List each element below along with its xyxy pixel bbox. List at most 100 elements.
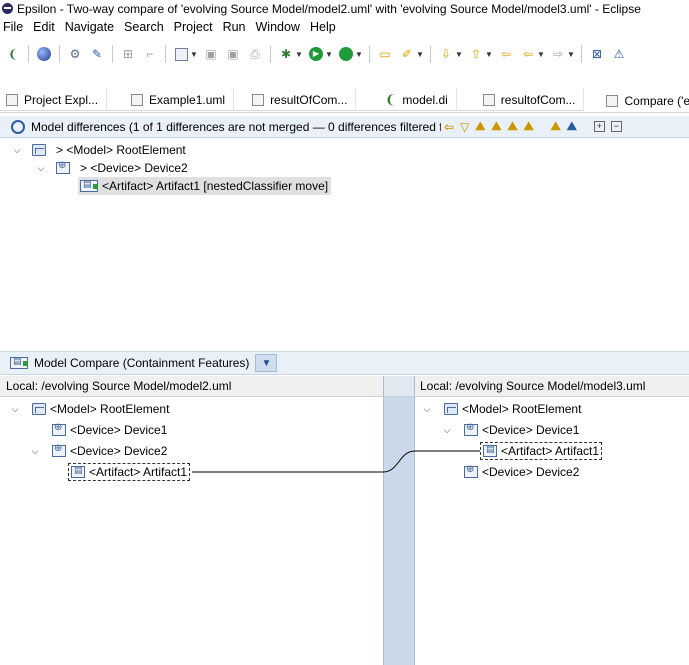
- external-tools-icon[interactable]: [338, 46, 354, 62]
- chevron-down-icon[interactable]: ⌵: [422, 404, 432, 415]
- chevron-down-icon[interactable]: ⌵: [30, 446, 40, 457]
- tree-node-root[interactable]: ⌵ > <Model> RootElement: [12, 141, 186, 159]
- model-compare-header: Model Compare (Containment Features) ▼: [0, 351, 689, 375]
- left-tree-node-device2[interactable]: ⌵ <Device> Device2: [30, 442, 168, 460]
- save-all-icon[interactable]: ▣: [225, 46, 241, 62]
- papyrus-leaf-icon[interactable]: ❨: [5, 46, 21, 62]
- accept-all-icon[interactable]: ⛰: [524, 119, 534, 134]
- model-icon: [32, 144, 46, 156]
- menu-window[interactable]: Window: [253, 20, 307, 34]
- next-annotation-icon[interactable]: ⇩: [438, 46, 454, 62]
- menu-edit[interactable]: Edit: [30, 20, 62, 34]
- chevron-down-icon[interactable]: ▼: [416, 46, 424, 62]
- main-toolbar: ❨ ⚙ ✎ ⊞ ⌐ ▼ ▣ ▣ ⎙ ✱ ▼ ▶ ▼ ▼ ▭ ✐ ▼ ⇩ ▼ ⇧ …: [0, 38, 689, 70]
- settings-icon[interactable]: ⚙: [67, 46, 83, 62]
- chevron-down-icon[interactable]: ▼: [455, 46, 463, 62]
- uml-file-icon: [252, 93, 265, 106]
- tree-node-artifact1-diff[interactable]: <Artifact> Artifact1 [nestedClassifier m…: [78, 177, 332, 195]
- copy-all-left-to-right-icon[interactable]: ⛰: [491, 119, 501, 134]
- copy-left-to-right-icon[interactable]: ⛰: [475, 119, 485, 134]
- chevron-down-icon[interactable]: ▼: [295, 46, 303, 62]
- merge-icon[interactable]: ⚠: [611, 46, 627, 62]
- chevron-down-icon[interactable]: ▼: [255, 354, 278, 372]
- compare-gutter[interactable]: [383, 376, 415, 665]
- menu-project[interactable]: Project: [171, 20, 220, 34]
- tree-node-device2[interactable]: ⌵ > <Device> Device2: [36, 159, 188, 177]
- right-tree-node-device2[interactable]: <Device> Device2: [464, 463, 579, 481]
- gear-icon[interactable]: [11, 119, 25, 134]
- artifact-icon: [71, 465, 85, 478]
- pencil-icon[interactable]: ✎: [89, 46, 105, 62]
- previous-annotation-icon[interactable]: ⇧: [468, 46, 484, 62]
- chevron-down-icon[interactable]: ▼: [355, 46, 363, 62]
- papyrus-leaf-icon: ❨: [384, 91, 396, 107]
- window-titlebar: Epsilon - Two-way compare of 'evolving S…: [0, 0, 689, 17]
- chevron-down-icon[interactable]: ▼: [325, 46, 333, 62]
- device-icon: [464, 422, 478, 436]
- print-icon[interactable]: ⎙: [247, 46, 263, 62]
- tree-node-label: <Artifact> Artifact1 [nestedClassifier m…: [102, 179, 329, 193]
- tree-node-label: <Device> Device2: [70, 444, 168, 458]
- debug-icon[interactable]: ✱: [278, 46, 294, 62]
- right-tree-node-artifact1[interactable]: <Artifact> Artifact1: [480, 442, 603, 460]
- tree-node-label: <Model> RootElement: [462, 402, 582, 416]
- toolbar-separator: [165, 45, 166, 63]
- run-icon[interactable]: ▶: [308, 46, 324, 62]
- right-tree-node-device1[interactable]: ⌵ <Device> Device1: [442, 421, 580, 439]
- tab-label: model.di: [402, 92, 448, 107]
- globe-icon[interactable]: [36, 46, 52, 62]
- model-differences-panel: Model differences (1 of 1 differences ar…: [0, 112, 689, 349]
- right-tree-node-root[interactable]: ⌵ <Model> RootElement: [422, 400, 582, 418]
- wand-icon[interactable]: ✐: [399, 46, 415, 62]
- route-icon[interactable]: ⌐: [142, 46, 158, 62]
- left-tree-node-root[interactable]: ⌵ <Model> RootElement: [10, 400, 170, 418]
- tab-project-explorer[interactable]: Project Expl...: [0, 88, 108, 111]
- chevron-down-icon[interactable]: ⌵: [36, 163, 46, 174]
- tab-result-of-compare[interactable]: resultOfCom...: [234, 88, 357, 111]
- expand-all-icon[interactable]: +: [593, 121, 605, 132]
- chevron-down-icon[interactable]: ▼: [537, 46, 545, 62]
- left-tree-node-device1[interactable]: <Device> Device1: [52, 421, 167, 439]
- menu-search[interactable]: Search: [121, 20, 171, 34]
- chevron-down-icon[interactable]: ▼: [485, 46, 493, 62]
- forward-icon[interactable]: ⇨: [550, 46, 566, 62]
- toolbar-separator: [369, 45, 370, 63]
- new-icon[interactable]: [173, 46, 189, 62]
- tab-model-di[interactable]: ❨ model.di: [356, 88, 457, 111]
- uml-file-icon: [131, 93, 144, 106]
- toolbar-separator: [28, 45, 29, 63]
- tree-node-label: > <Device> Device2: [80, 161, 188, 175]
- copy-right-to-left-icon[interactable]: ⛰: [507, 119, 517, 134]
- right-pane-header: Local: /evolving Source Model/model3.uml: [415, 376, 689, 397]
- eclipse-app-icon: [2, 3, 13, 14]
- collapse-all-icon[interactable]: −: [610, 121, 622, 132]
- merge-right-icon[interactable]: ⛰: [567, 119, 577, 134]
- artifact-icon: [80, 179, 98, 192]
- menu-run[interactable]: Run: [220, 20, 253, 34]
- last-edit-icon[interactable]: ⇦: [498, 46, 514, 62]
- tab-example1-uml[interactable]: Example1.uml: [107, 88, 235, 111]
- open-folder-icon[interactable]: ▭: [377, 46, 393, 62]
- tab-label: resultOfCom...: [270, 92, 348, 107]
- back-icon[interactable]: ⇦: [520, 46, 536, 62]
- model-differences-title: Model differences (1 of 1 differences ar…: [31, 119, 441, 134]
- previous-difference-icon[interactable]: ⇦: [444, 120, 454, 134]
- chevron-down-icon[interactable]: ▼: [567, 46, 575, 62]
- tab-compare[interactable]: Compare ('e: [584, 88, 689, 111]
- tab-result-of-compare-2[interactable]: resultofCom...: [457, 88, 585, 111]
- menu-navigate[interactable]: Navigate: [62, 20, 121, 34]
- tree-node-label: <Artifact> Artifact1: [501, 444, 600, 458]
- menu-file[interactable]: File: [0, 20, 30, 34]
- chevron-down-icon[interactable]: ⌵: [10, 404, 20, 415]
- chevron-down-icon[interactable]: ⌵: [442, 425, 452, 436]
- left-tree-node-artifact1[interactable]: <Artifact> Artifact1: [68, 463, 191, 481]
- chevron-down-icon[interactable]: ▼: [190, 46, 198, 62]
- menu-help[interactable]: Help: [307, 20, 343, 34]
- diagram-icon[interactable]: ⊞: [120, 46, 136, 62]
- merge-left-icon[interactable]: ⛰: [551, 119, 561, 134]
- compare-icon[interactable]: ⊠: [589, 46, 605, 62]
- artifact-icon: [483, 444, 497, 457]
- compare-icon: [606, 94, 619, 107]
- save-icon[interactable]: ▣: [203, 46, 219, 62]
- chevron-down-icon[interactable]: ⌵: [12, 145, 22, 156]
